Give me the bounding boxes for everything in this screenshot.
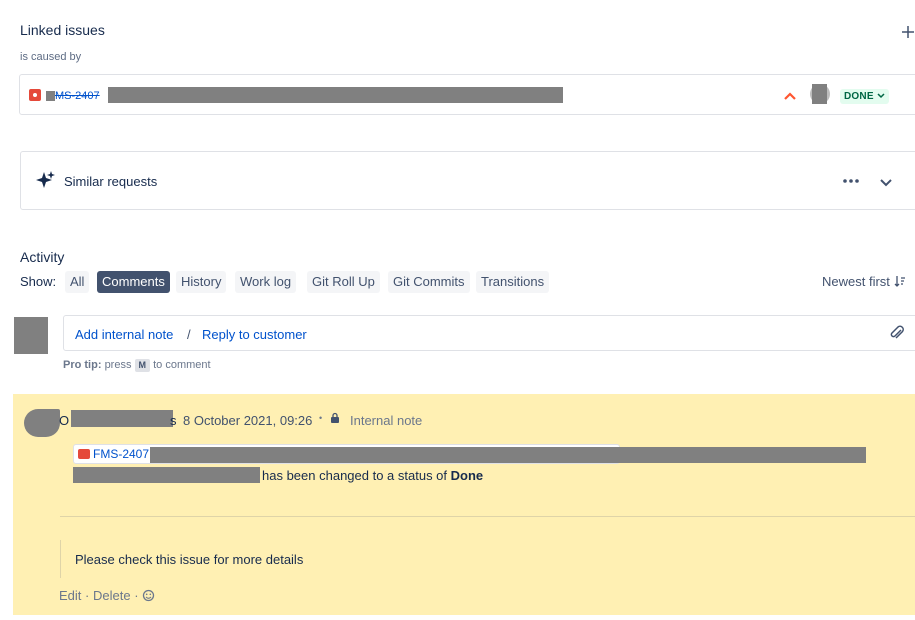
comment-message: Please check this issue for more details — [75, 552, 304, 567]
chevron-down-icon — [877, 93, 885, 99]
pro-tip-suffix: to comment — [153, 359, 211, 371]
link-relation-label: is caused by — [20, 51, 82, 63]
emoji-icon[interactable] — [142, 589, 155, 602]
redacted-issue-summary — [150, 447, 866, 463]
status-change-text: has been changed to a status of Done — [262, 468, 483, 483]
filter-work-log[interactable]: Work log — [235, 271, 297, 293]
reply-to-customer-link[interactable]: Reply to customer — [202, 327, 307, 342]
issue-ref-link[interactable]: FMS-2407: — [93, 447, 152, 461]
internal-note-comment — [13, 394, 915, 615]
add-internal-note-link[interactable]: Add internal note — [75, 327, 173, 342]
sparkle-icon — [36, 170, 56, 190]
filter-git-commits[interactable]: Git Commits — [388, 271, 470, 293]
sort-button[interactable]: Newest first — [822, 274, 906, 289]
redacted-author — [71, 410, 173, 427]
status-change-value: Done — [450, 468, 484, 483]
composer-separator: / — [187, 327, 191, 342]
comment-divider — [60, 516, 915, 517]
similar-requests-title: Similar requests — [64, 174, 158, 189]
add-link-icon[interactable] — [901, 22, 915, 40]
filter-all[interactable]: All — [65, 271, 90, 293]
actions-separator: · — [134, 588, 139, 603]
status-lozenge[interactable]: DONE — [840, 89, 889, 104]
chevron-up-icon — [783, 89, 797, 100]
filter-history[interactable]: History — [176, 271, 227, 293]
delete-link[interactable]: Delete — [93, 588, 131, 603]
chevron-down-icon[interactable] — [879, 176, 893, 187]
lock-icon — [330, 412, 340, 424]
redacted-block — [46, 91, 55, 101]
actions-separator: · — [85, 588, 90, 603]
bug-icon — [29, 89, 41, 101]
sort-label: Newest first — [822, 274, 890, 289]
filter-transitions[interactable]: Transitions — [476, 271, 550, 293]
visibility-label: Internal note — [350, 413, 423, 428]
redacted-avatar — [812, 84, 827, 104]
shortcut-key: M — [134, 359, 151, 372]
author-name-prefix: O — [59, 413, 70, 428]
current-user-avatar — [14, 317, 48, 354]
author-name-suffix: s — [170, 413, 177, 428]
comment-timestamp[interactable]: 8 October 2021, 09:26 — [183, 413, 312, 428]
activity-title: Activity — [20, 249, 65, 265]
filter-git-roll-up[interactable]: Git Roll Up — [307, 271, 380, 293]
issue-type-icon — [78, 449, 90, 459]
comment-composer[interactable]: Add internal note / Reply to customer — [63, 315, 915, 351]
similar-requests-panel[interactable]: Similar requests — [20, 151, 915, 210]
meta-dot: • — [319, 413, 323, 423]
linked-issues-title: Linked issues — [20, 22, 105, 38]
paperclip-icon[interactable] — [888, 324, 906, 342]
pro-tip-press: press — [104, 359, 132, 371]
status-text: DONE — [844, 91, 874, 102]
status-change-prefix: has been changed to a status of — [262, 468, 448, 483]
linked-issue-key[interactable]: MS-2407 — [55, 90, 100, 102]
pro-tip: Pro tip: press M to comment — [63, 359, 211, 372]
edit-link[interactable]: Edit — [59, 588, 81, 603]
author-avatar — [24, 409, 60, 437]
linked-issue-row[interactable]: MS-2407 DONE — [19, 74, 915, 115]
sort-icon — [894, 276, 905, 287]
ellipsis-icon[interactable] — [841, 174, 861, 188]
quote-bar — [60, 540, 61, 578]
comment-actions: Edit · Delete · — [59, 588, 155, 603]
redacted-summary — [108, 87, 563, 103]
show-label: Show: — [20, 274, 57, 289]
pro-tip-label: Pro tip: — [63, 359, 102, 371]
filter-comments[interactable]: Comments — [97, 271, 170, 293]
redacted-issue-title — [73, 467, 260, 483]
